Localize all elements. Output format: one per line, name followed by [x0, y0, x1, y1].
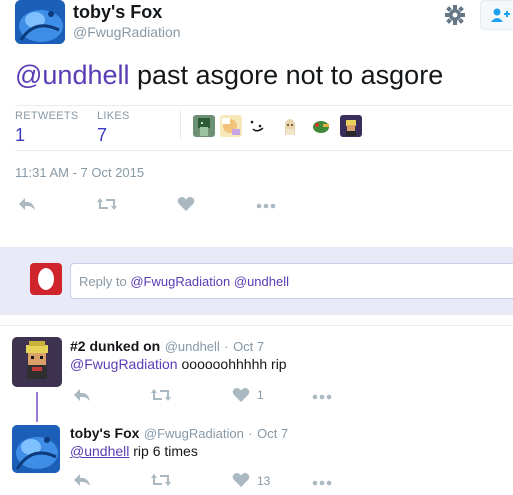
- divider: [0, 325, 513, 326]
- gear-icon[interactable]: [444, 4, 466, 26]
- tweet-timestamp[interactable]: 11:31 AM - 7 Oct 2015: [15, 165, 144, 180]
- reply-header: toby's Fox @FwugRadiation · Oct 7: [70, 425, 288, 443]
- liker-avatar[interactable]: [247, 115, 269, 137]
- reply-mention[interactable]: @undhell: [70, 443, 129, 459]
- tweet-body: past asgore not to asgore: [129, 60, 444, 90]
- divider: [15, 150, 513, 151]
- reply-date[interactable]: Oct 7: [257, 426, 288, 441]
- like-icon[interactable]: [177, 196, 197, 212]
- reply-icon[interactable]: [17, 196, 37, 212]
- reply-separator: ·: [224, 339, 229, 354]
- like-icon[interactable]: [232, 387, 252, 403]
- reply-mention-1: @FwugRadiation: [130, 273, 231, 289]
- likes-stat[interactable]: LIKES 7: [97, 110, 130, 146]
- reply-date[interactable]: Oct 7: [233, 339, 264, 354]
- likes-count: 7: [97, 125, 108, 145]
- follow-icon: [491, 8, 510, 22]
- reply-separator: ·: [248, 426, 253, 441]
- tweet-mention[interactable]: @undhell: [15, 60, 130, 90]
- retweet-icon[interactable]: [150, 388, 171, 404]
- divider: [15, 105, 513, 106]
- more-icon[interactable]: [312, 475, 332, 491]
- liker-avatar[interactable]: [193, 115, 215, 137]
- display-name[interactable]: toby's Fox: [73, 2, 162, 23]
- reply-input[interactable]: Reply to @FwugRadiation @undhell: [70, 263, 513, 299]
- reply-avatar[interactable]: [12, 425, 60, 473]
- liker-avatar[interactable]: [340, 115, 362, 137]
- reply-mention-2: @undhell: [233, 273, 289, 289]
- liker-avatar[interactable]: [279, 115, 301, 137]
- tweet-text: @undhell past asgore not to asgore: [15, 60, 443, 91]
- retweet-icon[interactable]: [96, 197, 117, 213]
- follow-button[interactable]: [480, 0, 513, 30]
- reply-display-name[interactable]: toby's Fox: [70, 425, 139, 441]
- liker-avatar[interactable]: [310, 115, 332, 137]
- reply-display-name[interactable]: #2 dunked on: [70, 338, 160, 354]
- like-count: 13: [257, 474, 271, 488]
- user-avatar[interactable]: [15, 0, 65, 44]
- reply-mention[interactable]: @FwugRadiation: [70, 356, 178, 372]
- reply-body: oooooohhhhh rip: [177, 356, 287, 372]
- like-icon[interactable]: [232, 472, 252, 488]
- stats-divider: [180, 110, 181, 140]
- reply-header: #2 dunked on @undhell · Oct 7: [70, 338, 264, 356]
- screen-name[interactable]: @FwugRadiation: [73, 24, 181, 40]
- reply-screen-name[interactable]: @FwugRadiation: [144, 426, 244, 441]
- reply-icon[interactable]: [72, 387, 92, 403]
- reply-icon[interactable]: [72, 472, 92, 488]
- reply-text: @FwugRadiation oooooohhhhh rip: [70, 356, 287, 372]
- reply-text: @undhell rip 6 times: [70, 443, 198, 459]
- retweets-label: RETWEETS: [15, 110, 79, 122]
- reply-screen-name[interactable]: @undhell: [165, 339, 220, 354]
- more-icon[interactable]: [256, 198, 276, 214]
- more-icon[interactable]: [312, 389, 332, 405]
- retweet-icon[interactable]: [150, 473, 171, 489]
- reply-avatar[interactable]: [12, 337, 62, 387]
- like-count: 1: [257, 388, 264, 402]
- thread-connector: [36, 392, 38, 422]
- current-user-avatar: [30, 263, 62, 295]
- reply-body: rip 6 times: [129, 443, 198, 459]
- likes-label: LIKES: [97, 110, 130, 122]
- liker-avatar[interactable]: [220, 115, 242, 137]
- retweets-count: 1: [15, 125, 26, 145]
- reply-placeholder-prefix: Reply to: [79, 273, 127, 289]
- retweets-stat[interactable]: RETWEETS 1: [15, 110, 79, 146]
